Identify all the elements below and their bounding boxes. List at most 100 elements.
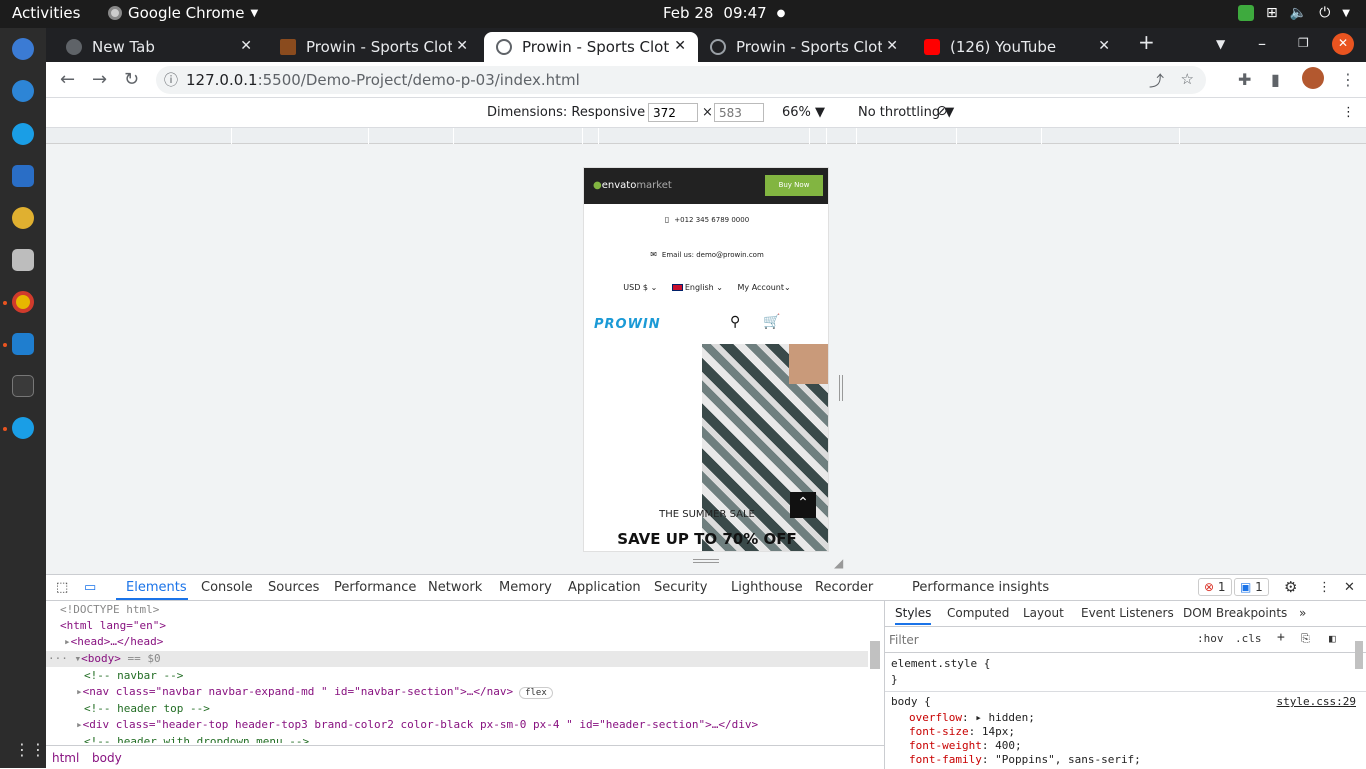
close-icon[interactable]: ✕: [882, 38, 898, 54]
head-line[interactable]: ▸<head>…</head>: [64, 635, 163, 648]
gear-icon[interactable]: ⚙: [1284, 578, 1297, 596]
cls-toggle[interactable]: .cls: [1235, 632, 1262, 645]
width-input[interactable]: [648, 103, 698, 122]
tab-youtube[interactable]: (126) YouTube ✕: [912, 32, 1122, 62]
tab-lighthouse[interactable]: Lighthouse: [731, 580, 803, 595]
reload-icon[interactable]: ↻: [124, 69, 139, 90]
tab-network[interactable]: Network: [428, 580, 482, 595]
styles-scrollbar[interactable]: [1355, 641, 1363, 669]
tab-styles[interactable]: Styles: [895, 606, 932, 625]
body-line[interactable]: ··· ▾<body> == $0: [48, 652, 161, 665]
thunderbird-icon[interactable]: [12, 38, 34, 60]
forward-icon[interactable]: →: [92, 69, 107, 90]
side-panel-icon[interactable]: ▮: [1271, 70, 1280, 89]
minimize-button[interactable]: –: [1258, 34, 1266, 53]
envato-logo[interactable]: ●envatomarket: [593, 180, 672, 191]
resize-handle-corner[interactable]: ◢: [834, 556, 843, 570]
doctype-line[interactable]: <!DOCTYPE html>: [60, 603, 159, 616]
close-window-button[interactable]: ✕: [1332, 33, 1354, 55]
prop-font-size[interactable]: font-size: 14px;: [909, 725, 1015, 738]
help-icon[interactable]: [12, 80, 34, 102]
scroll-top-icon[interactable]: ⌃: [790, 492, 816, 518]
avatar[interactable]: [1302, 67, 1324, 89]
devtools-menu-icon[interactable]: ⋮: [1318, 580, 1331, 595]
new-tab-button[interactable]: +: [1138, 30, 1155, 54]
more-tabs-icon[interactable]: »: [1299, 606, 1306, 620]
close-icon[interactable]: ✕: [452, 38, 468, 54]
tab-security[interactable]: Security: [654, 580, 707, 595]
elements-scrollbar[interactable]: [870, 641, 880, 669]
crumb-body[interactable]: body: [92, 751, 122, 765]
inspect-icon[interactable]: ⬚: [56, 580, 68, 595]
tab-sources[interactable]: Sources: [268, 580, 319, 595]
cart-icon[interactable]: 🛒: [763, 314, 780, 330]
terminal-icon[interactable]: [12, 375, 34, 397]
search-icon[interactable]: ⚲: [730, 314, 740, 330]
more-options-icon[interactable]: ⋮: [1342, 105, 1355, 120]
hov-toggle[interactable]: :hov: [1197, 632, 1224, 645]
app-menu[interactable]: Google Chrome ▼: [108, 4, 258, 22]
prop-font-weight[interactable]: font-weight: 400;: [909, 739, 1022, 752]
tab-memory[interactable]: Memory: [499, 580, 552, 595]
tab-layout[interactable]: Layout: [1023, 606, 1064, 620]
height-input[interactable]: [714, 103, 764, 122]
system-tray[interactable]: ⊞ 🔈 ⏻ ▼: [1238, 5, 1350, 21]
skype-dock-icon[interactable]: [12, 417, 34, 439]
tab-prowin-active[interactable]: Prowin - Sports Clothi ✕: [484, 32, 698, 62]
tab-event-listeners[interactable]: Event Listeners: [1081, 606, 1174, 620]
tab-search-icon[interactable]: ▼: [1216, 37, 1225, 51]
address-bar[interactable]: ⓘ 127.0.0.1:5500/Demo-Project/demo-p-03/…: [156, 66, 1206, 94]
close-icon[interactable]: ✕: [1098, 38, 1110, 54]
body-rule-selector[interactable]: body {: [891, 695, 931, 708]
writer-icon[interactable]: [12, 165, 34, 187]
tab-elements[interactable]: Elements: [126, 580, 187, 595]
body-rule-source[interactable]: style.css:29: [1277, 695, 1356, 708]
language-select[interactable]: English ⌄: [671, 283, 723, 292]
restore-button[interactable]: ❐: [1298, 36, 1309, 50]
rotate-icon[interactable]: ⊘: [936, 103, 948, 119]
share-icon[interactable]: ⤴: [1149, 70, 1164, 91]
info-icon[interactable]: ⓘ: [164, 70, 178, 90]
html-line[interactable]: <html lang="en">: [60, 619, 166, 632]
prop-font-family[interactable]: font-family: "Poppins", sans-serif;: [909, 753, 1141, 766]
extensions-icon[interactable]: ✚: [1238, 70, 1251, 89]
close-icon[interactable]: ✕: [670, 38, 686, 54]
chrome-dock-icon[interactable]: [12, 291, 34, 313]
back-icon[interactable]: ←: [60, 69, 75, 90]
tab-dom-breakpoints[interactable]: DOM Breakpoints: [1183, 606, 1287, 620]
comment-navbar[interactable]: <!-- navbar -->: [84, 669, 183, 682]
tab-console[interactable]: Console: [201, 580, 253, 595]
tab-computed[interactable]: Computed: [947, 606, 1009, 620]
dimensions-select[interactable]: Dimensions: Responsive ▼: [487, 105, 659, 120]
nav-line[interactable]: ▸<nav class="navbar navbar-expand-md " i…: [76, 685, 553, 699]
styles-filter-input[interactable]: [889, 631, 1189, 649]
error-badge[interactable]: ⊗ 1: [1198, 578, 1232, 596]
clock[interactable]: Feb 28 09:47 ●: [663, 4, 785, 22]
tab-performance[interactable]: Performance: [334, 580, 416, 595]
currency-select[interactable]: USD $ ⌄: [623, 283, 657, 292]
account-select[interactable]: My Account⌄: [738, 283, 791, 292]
files-icon[interactable]: [12, 249, 34, 271]
paint-icon[interactable]: ⎘: [1301, 632, 1310, 646]
crumb-html[interactable]: html: [52, 751, 79, 765]
flex-badge[interactable]: flex: [519, 687, 553, 699]
resize-handle-right[interactable]: [839, 375, 843, 401]
zoom-select[interactable]: 66% ▼: [782, 105, 825, 120]
activities-button[interactable]: Activities: [12, 4, 80, 22]
prop-overflow[interactable]: overflow: ▸ hidden;: [909, 711, 1035, 724]
tab-new-tab[interactable]: New Tab ✕: [54, 32, 264, 62]
add-rule-icon[interactable]: +: [1277, 630, 1285, 645]
tab-application[interactable]: Application: [568, 580, 641, 595]
resize-handle-bottom[interactable]: [693, 559, 719, 563]
brand-logo[interactable]: PROWIN: [594, 317, 661, 332]
element-style-rule[interactable]: element.style {: [891, 657, 990, 670]
vscode-icon[interactable]: [12, 333, 34, 355]
buy-now-button[interactable]: Buy Now: [765, 175, 823, 196]
comment-header-dropdown[interactable]: <!-- header with dropdown menu -->: [84, 735, 309, 743]
tab-prowin-1[interactable]: Prowin - Sports Clothi ✕: [268, 32, 480, 62]
device-viewport[interactable]: ●envatomarket Buy Now ▯ +012 345 6789 000…: [583, 167, 829, 552]
show-apps-icon[interactable]: ⋮⋮: [14, 740, 46, 759]
toggle-sidebar-icon[interactable]: ◧: [1329, 632, 1336, 645]
skype-icon[interactable]: [12, 123, 34, 145]
tab-prowin-3[interactable]: Prowin - Sports Clothi ✕: [698, 32, 910, 62]
